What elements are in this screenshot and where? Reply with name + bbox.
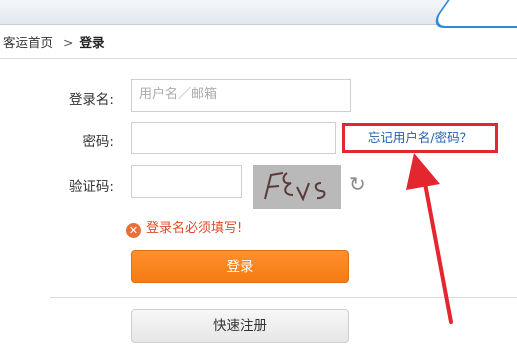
annotation-arrow	[406, 153, 453, 324]
